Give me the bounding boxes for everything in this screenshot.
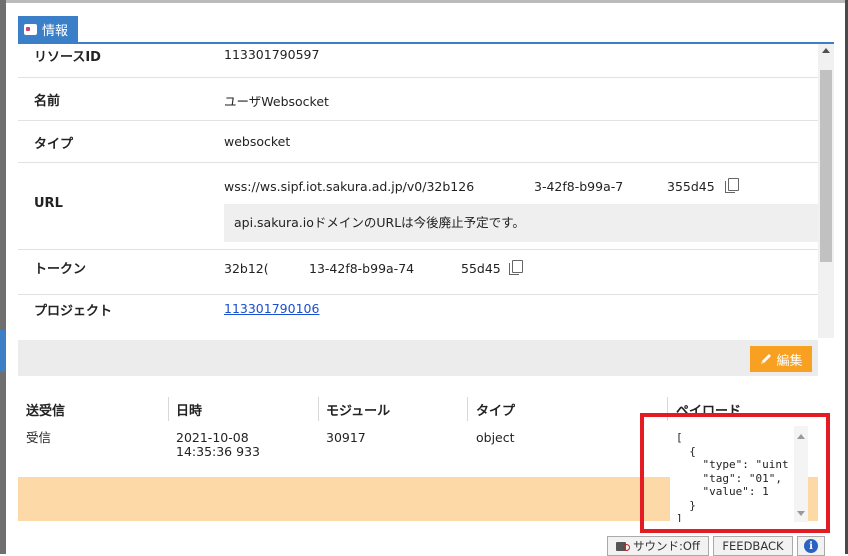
col-header-direction: 送受信: [26, 404, 66, 419]
action-bar: [18, 340, 818, 376]
project-link[interactable]: 113301790106: [224, 301, 319, 316]
annotation-highlight-box: [640, 413, 830, 533]
sound-toggle-label: サウンド:Off: [633, 539, 700, 553]
left-window-edge: [0, 0, 6, 554]
info-row-resource-id: リソースID 113301790597: [18, 44, 818, 78]
resource-id-value: 113301790597: [224, 47, 320, 62]
col-header-type: タイプ: [476, 404, 516, 419]
info-row-type: タイプ websocket: [18, 120, 818, 163]
col-separator: [168, 397, 169, 421]
name-label: 名前: [34, 94, 61, 109]
resource-id-label: リソースID: [34, 50, 101, 65]
col-separator: [467, 397, 468, 421]
tab-info-label: 情報: [42, 23, 69, 39]
info-row-token: トークン 32b12( 13-42f8-b99a-74 55d45: [18, 250, 818, 295]
project-label: プロジェクト: [34, 304, 113, 319]
type-value: websocket: [224, 134, 291, 149]
left-edge-marker: [0, 330, 6, 372]
url-value-part3: 355d45: [667, 179, 715, 194]
cell-datetime: 2021-10-08 14:35:36 933: [176, 431, 260, 459]
info-scrollbar[interactable]: [818, 44, 834, 338]
url-value-part1: wss://ws.sipf.iot.sakura.ad.jp/v0/32b126: [224, 179, 475, 194]
token-value-part3: 55d45: [461, 261, 501, 276]
cell-module: 30917: [326, 430, 366, 445]
info-panel: リソースID 113301790597 名前 ユーザWebsocket タイプ …: [18, 44, 818, 338]
url-value-part2: 3-42f8-b99a-7: [534, 179, 624, 194]
edit-button-label: 編集: [776, 353, 803, 369]
sound-toggle-button[interactable]: サウンド:Off: [607, 536, 709, 556]
edit-button[interactable]: 編集: [750, 346, 812, 372]
type-label: タイプ: [34, 137, 74, 152]
scroll-up-arrow-icon[interactable]: [822, 48, 830, 53]
url-deprecation-notice: api.sakura.ioドメインのURLは今後廃止予定です。: [224, 204, 818, 242]
col-header-module: モジュール: [326, 404, 391, 419]
speaker-muted-icon: [616, 541, 631, 551]
scrollbar-thumb[interactable]: [820, 70, 832, 262]
pencil-icon: [761, 354, 772, 364]
token-value-part2: 13-42f8-b99a-74: [309, 261, 415, 276]
cell-direction: 受信: [26, 430, 52, 445]
info-row-url: URL wss://ws.sipf.iot.sakura.ad.jp/v0/32…: [18, 163, 818, 250]
info-icon: i: [804, 539, 818, 553]
token-value-part1: 32b12(: [224, 261, 269, 276]
tab-info[interactable]: 情報: [18, 16, 78, 42]
top-window-edge: [6, 0, 848, 3]
info-row-project: プロジェクト 113301790106: [18, 294, 818, 338]
name-value: ユーザWebsocket: [224, 94, 329, 109]
feedback-label: FEEDBACK: [722, 539, 784, 553]
cell-time: 14:35:36 933: [176, 444, 260, 459]
copy-url-icon[interactable]: [725, 178, 739, 193]
help-button[interactable]: i: [797, 536, 825, 556]
token-label: トークン: [34, 262, 87, 277]
cell-type: object: [476, 430, 515, 445]
info-row-name: 名前 ユーザWebsocket: [18, 77, 818, 121]
col-separator: [318, 397, 319, 421]
copy-token-icon[interactable]: [509, 260, 523, 275]
id-card-icon: [24, 23, 37, 35]
feedback-button[interactable]: FEEDBACK: [713, 536, 793, 556]
cell-date: 2021-10-08: [176, 430, 249, 445]
url-label: URL: [34, 196, 63, 211]
col-header-datetime: 日時: [176, 404, 203, 419]
